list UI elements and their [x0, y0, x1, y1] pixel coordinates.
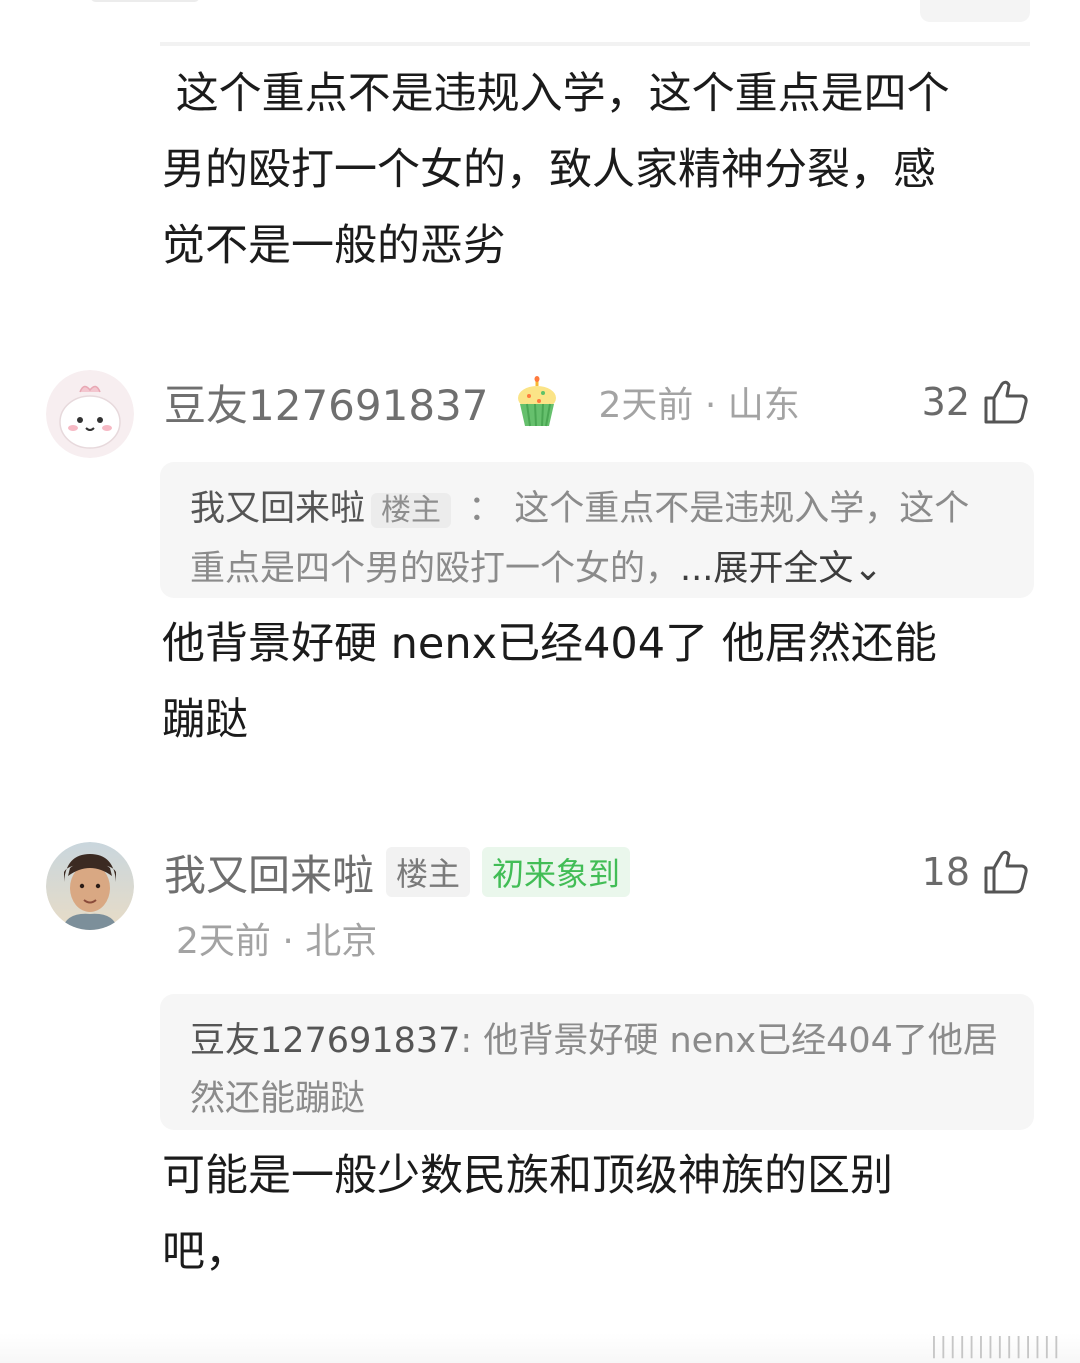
quoted-comment[interactable]: 豆友127691837: 他背景好硬 nenx已经404了他居然还能蹦跶 [160, 994, 1034, 1130]
op-badge: 楼主 [371, 493, 452, 528]
avatar[interactable] [46, 370, 134, 458]
thumbs-up-icon [984, 380, 1028, 424]
cupcake-icon [517, 376, 556, 427]
time-location: 2天前 · 山东 [598, 385, 800, 426]
like-count: 18 [921, 850, 970, 894]
newcomer-badge: 初来象到 [482, 847, 631, 897]
username[interactable]: 我又回来啦 [164, 842, 374, 903]
thumbs-up-icon [984, 850, 1028, 894]
quote-separator: ： [457, 489, 515, 529]
like-button[interactable]: 18 [922, 842, 1030, 902]
like-button[interactable]: 32 [922, 372, 1030, 432]
cut-off-button[interactable] [920, 0, 1030, 22]
avatar[interactable] [46, 842, 134, 930]
comment-header: 我又回来啦 楼主 初来象到 [164, 842, 631, 903]
divider [160, 42, 1030, 46]
time-location: 2天前 · 北京 [176, 921, 378, 962]
portrait-avatar-icon [46, 842, 134, 930]
bottom-edge [0, 1333, 1080, 1363]
username[interactable]: 豆友127691837 [164, 372, 489, 433]
quoted-comment[interactable]: 我又回来啦 楼主 ： 这个重点不是违规入学，这个重点是四个男的殴打一个女的，...… [160, 462, 1034, 598]
quote-separator: : [460, 1021, 484, 1061]
cartoon-avatar-icon [46, 370, 134, 458]
comment-text: 可能是一般少数民族和顶级神族的区别 吧， [162, 1151, 893, 1277]
op-badge: 楼主 [386, 847, 471, 897]
quoted-author[interactable]: 我又回来啦 [190, 489, 365, 529]
comment-text: 他背景好硬 nenx已经404了 他居然还能 蹦跶 [162, 619, 937, 745]
watermark: |||||||||||||| [930, 1334, 1062, 1359]
previous-comment-footer [90, 0, 1030, 46]
expand-full-text-link[interactable]: ...展开全文⌄ [680, 549, 883, 589]
like-count: 32 [921, 380, 970, 424]
comment-subheader: 2天前 · 北京 [176, 908, 377, 968]
quoted-author[interactable]: 豆友127691837 [190, 1021, 460, 1061]
comment-header: 豆友127691837 2天前 · 山东 [164, 372, 800, 432]
comment-text: 这个重点不是违规入学，这个重点是四个 男的殴打一个女的，致人家精神分裂，感 觉不… [162, 69, 950, 271]
cut-off-text [90, 0, 200, 2]
